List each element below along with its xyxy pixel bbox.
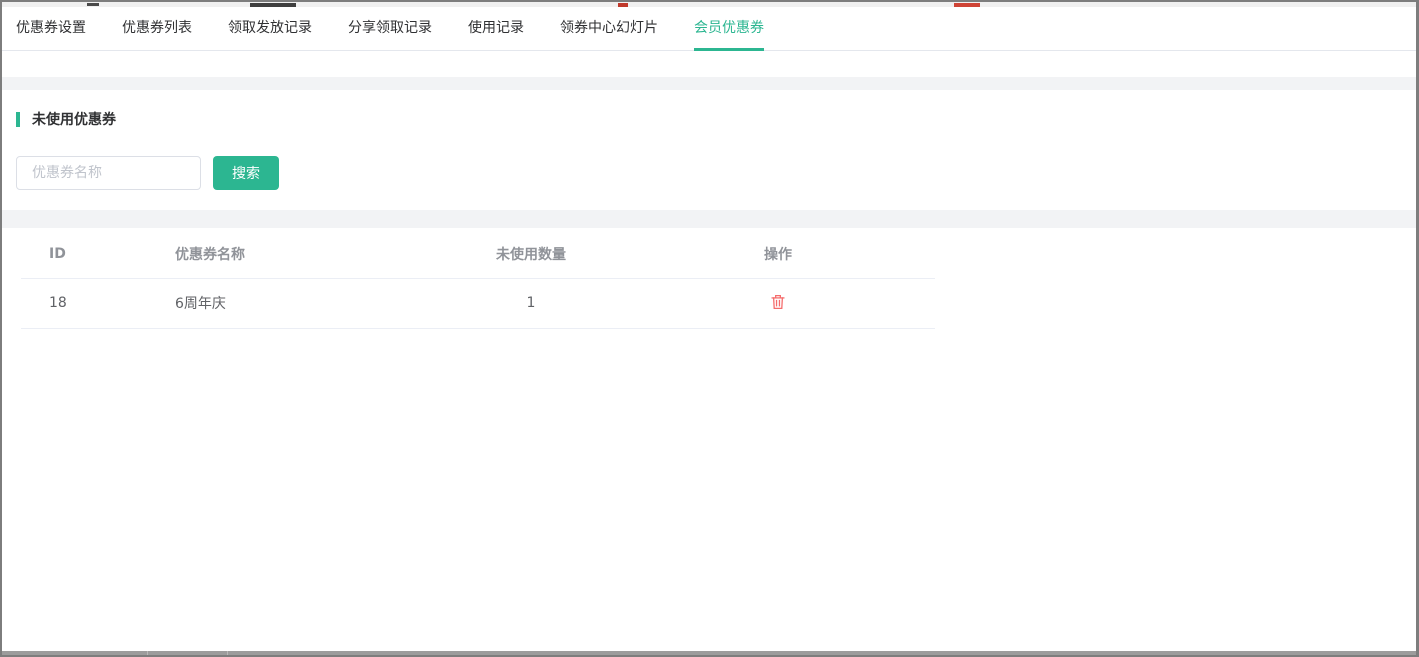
section-divider <box>2 210 1416 228</box>
search-button[interactable]: 搜索 <box>213 156 279 190</box>
tab-claim-issue-records[interactable]: 领取发放记录 <box>228 7 312 51</box>
clipped-fragment <box>87 3 99 6</box>
panel-title-row: 未使用优惠券 <box>16 109 1416 129</box>
coupon-name-input[interactable] <box>16 156 201 190</box>
title-accent-bar <box>16 112 20 127</box>
coupons-table-panel: ID 优惠券名称 未使用数量 操作 18 6周年庆 1 <box>2 228 1416 651</box>
column-header-id: ID <box>21 230 161 278</box>
table-row: 18 6周年庆 1 <box>21 278 935 328</box>
cell-unused: 1 <box>441 278 621 328</box>
clipped-top-content <box>2 2 1416 7</box>
column-header-name: 优惠券名称 <box>161 230 441 278</box>
coupons-table: ID 优惠券名称 未使用数量 操作 18 6周年庆 1 <box>21 230 935 329</box>
tab-usage-records[interactable]: 使用记录 <box>468 7 524 51</box>
scrollbar-mark <box>147 651 148 655</box>
clipped-fragment <box>618 3 628 7</box>
table-header-row: ID 优惠券名称 未使用数量 操作 <box>21 230 935 278</box>
delete-button[interactable] <box>769 292 787 312</box>
column-header-action: 操作 <box>621 230 935 278</box>
tab-bar: 优惠券设置 优惠券列表 领取发放记录 分享领取记录 使用记录 领券中心幻灯片 会… <box>2 7 1416 77</box>
tab-member-coupons[interactable]: 会员优惠券 <box>694 7 764 51</box>
tabs-nav: 优惠券设置 优惠券列表 领取发放记录 分享领取记录 使用记录 领券中心幻灯片 会… <box>2 7 1416 51</box>
trash-icon <box>771 294 785 310</box>
search-row: 搜索 <box>16 156 1416 190</box>
tab-coupon-list[interactable]: 优惠券列表 <box>122 7 192 51</box>
bottom-scrollbar-track[interactable] <box>2 651 1416 655</box>
cell-name: 6周年庆 <box>161 278 441 328</box>
tab-coupon-center-slides[interactable]: 领券中心幻灯片 <box>560 7 658 51</box>
tab-share-claim-records[interactable]: 分享领取记录 <box>348 7 432 51</box>
column-header-unused: 未使用数量 <box>441 230 621 278</box>
app-window: 优惠券设置 优惠券列表 领取发放记录 分享领取记录 使用记录 领券中心幻灯片 会… <box>0 0 1419 657</box>
scrollbar-mark <box>227 651 228 655</box>
clipped-fragment <box>250 3 296 7</box>
tab-coupon-settings[interactable]: 优惠券设置 <box>16 7 86 51</box>
cell-id: 18 <box>21 278 161 328</box>
unused-coupons-panel: 未使用优惠券 搜索 <box>2 90 1416 210</box>
section-title: 未使用优惠券 <box>32 109 116 129</box>
clipped-fragment <box>954 3 980 7</box>
section-divider <box>2 77 1416 90</box>
